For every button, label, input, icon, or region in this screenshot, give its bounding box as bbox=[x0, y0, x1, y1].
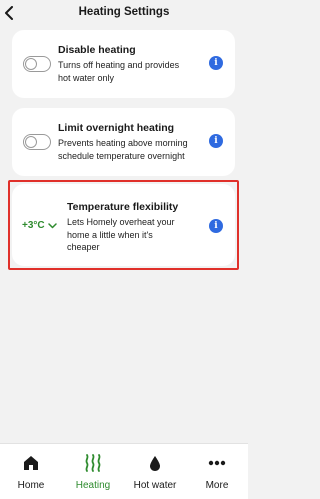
more-icon bbox=[208, 454, 226, 472]
disable-heating-card: Disable heating Turns off heating and pr… bbox=[12, 30, 235, 98]
card-description: Prevents heating above morning schedule … bbox=[58, 138, 188, 161]
info-icon[interactable]: i bbox=[209, 134, 223, 148]
nav-item-heating[interactable]: Heating bbox=[62, 444, 124, 499]
card-description: Lets Homely overheat your home a little … bbox=[67, 217, 175, 252]
chevron-down-icon bbox=[47, 222, 57, 229]
nav-label: Heating bbox=[75, 480, 111, 491]
nav-label: Hot water bbox=[133, 480, 177, 491]
disable-heating-toggle[interactable] bbox=[23, 56, 51, 72]
limit-overnight-toggle[interactable] bbox=[23, 134, 51, 150]
card-description: Turns off heating and provides hot water… bbox=[58, 60, 180, 83]
toggle-knob bbox=[25, 58, 37, 70]
nav-label: More bbox=[205, 480, 229, 491]
temperature-flexibility-dropdown[interactable]: +3°C bbox=[22, 220, 57, 231]
home-icon bbox=[23, 454, 39, 472]
nav-item-hot-water[interactable]: Hot water bbox=[124, 444, 186, 499]
toggle-knob bbox=[25, 136, 37, 148]
card-title: Temperature flexibility bbox=[67, 201, 179, 213]
nav-item-home[interactable]: Home bbox=[0, 444, 62, 499]
limit-overnight-heating-card: Limit overnight heating Prevents heating… bbox=[12, 108, 235, 176]
header: Heating Settings bbox=[0, 0, 248, 26]
card-title: Disable heating bbox=[58, 44, 136, 56]
nav-item-more[interactable]: More bbox=[186, 444, 248, 499]
water-drop-icon bbox=[149, 454, 161, 472]
temperature-flexibility-card: +3°C Temperature flexibility Lets Homely… bbox=[12, 184, 235, 266]
card-title: Limit overnight heating bbox=[58, 122, 175, 134]
info-icon[interactable]: i bbox=[209, 219, 223, 233]
info-icon[interactable]: i bbox=[209, 56, 223, 70]
page-title: Heating Settings bbox=[78, 6, 170, 18]
nav-label: Home bbox=[17, 480, 45, 491]
heating-icon bbox=[84, 454, 102, 472]
bottom-nav: Home Heating Hot water More bbox=[0, 443, 248, 499]
selected-value: +3°C bbox=[22, 220, 45, 231]
